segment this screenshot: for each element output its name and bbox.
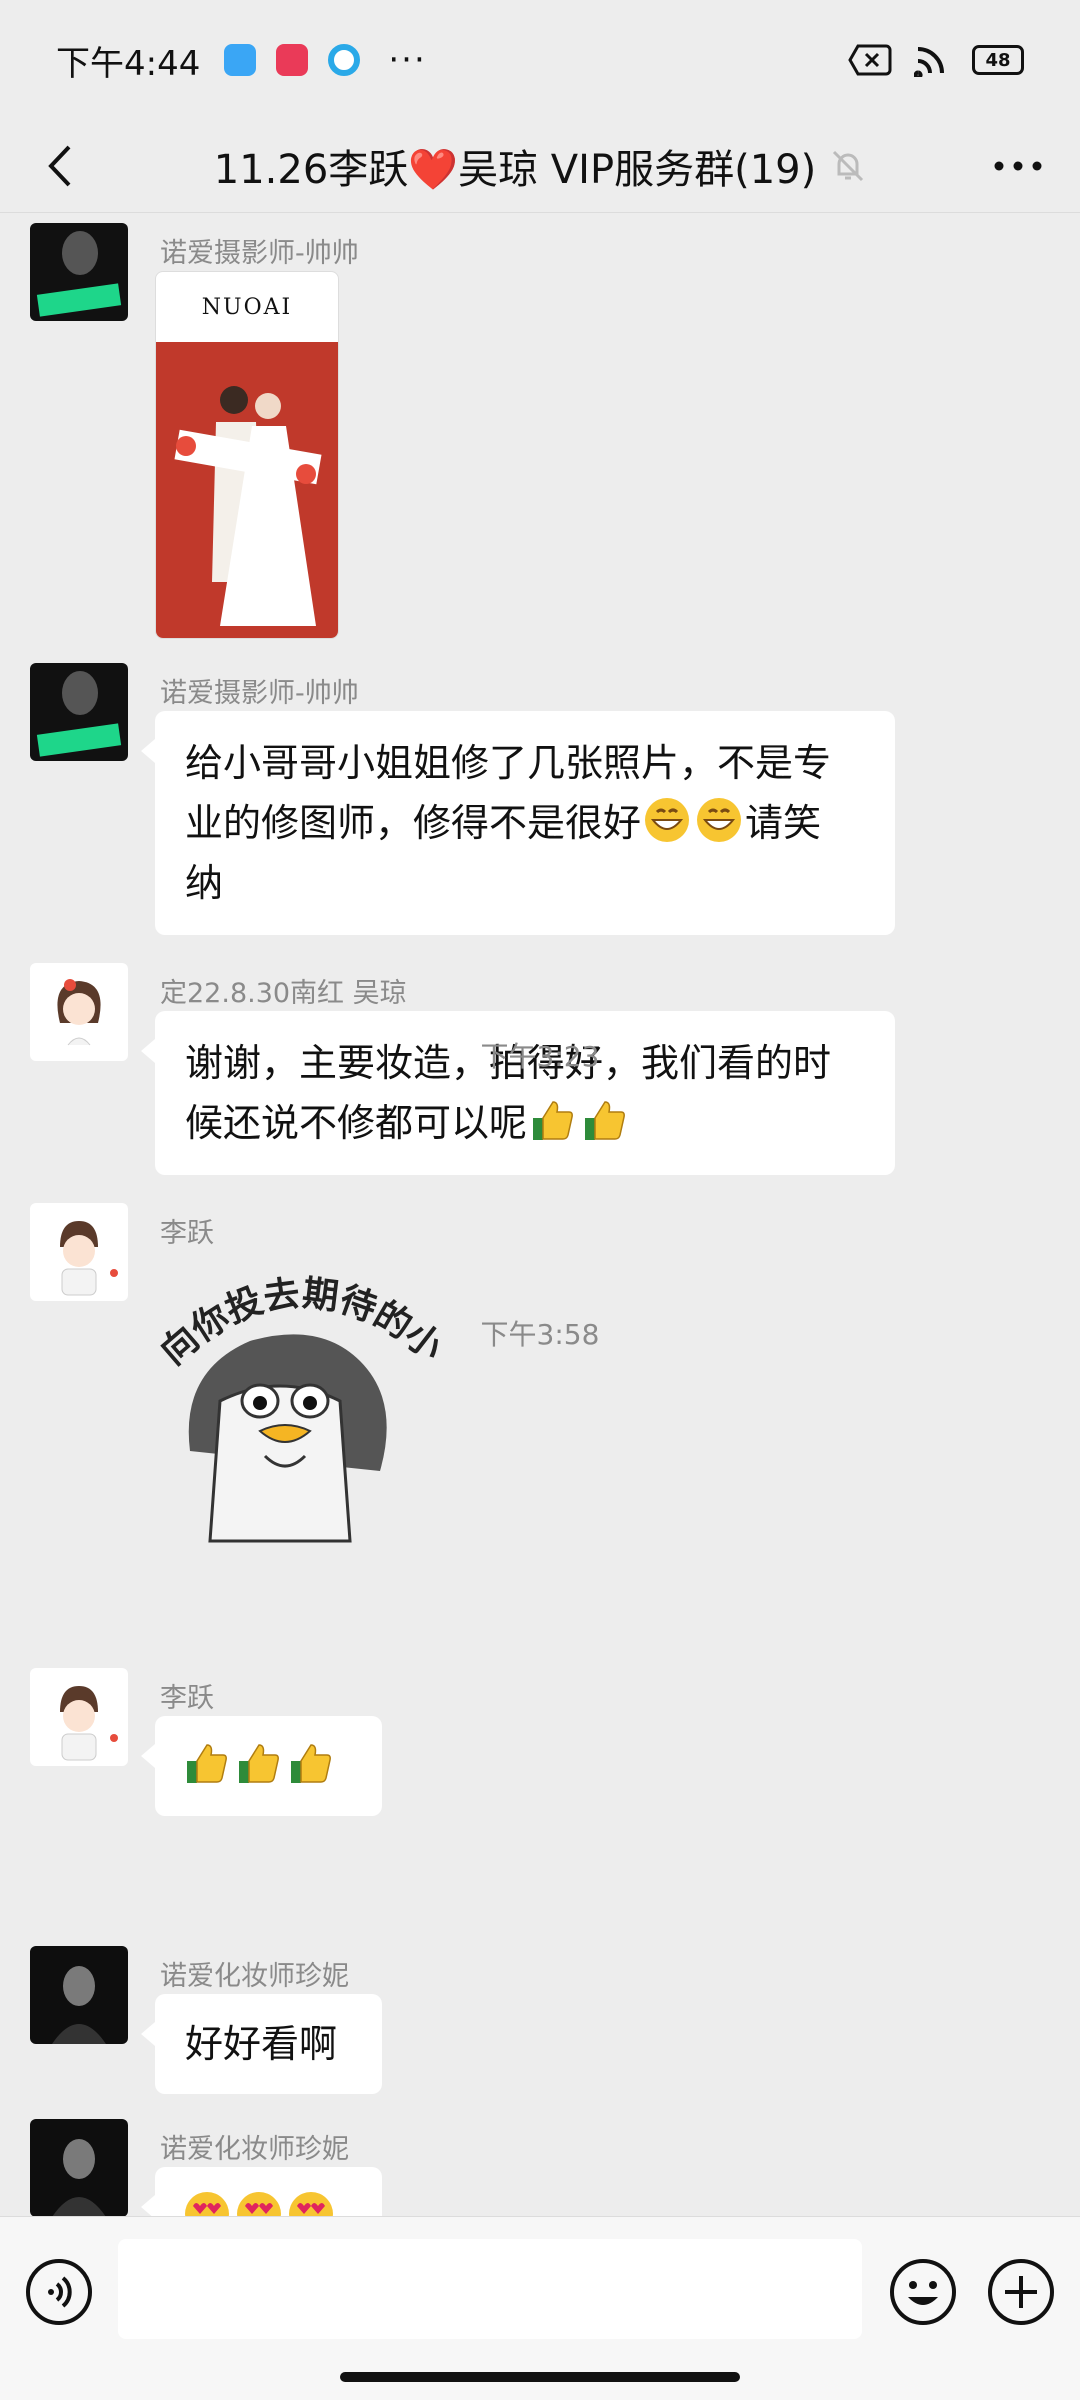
message-text: 业的修图师，修得不是很好 bbox=[185, 801, 642, 845]
chat-title: 11.26李跃❤️吴琼 VIP服务群(19) bbox=[213, 147, 817, 193]
sticker-image: 向你投去期待的小目光 bbox=[132, 1219, 450, 1543]
message-line: 给小哥哥小姐姐修了几张照片，不是专 bbox=[185, 741, 832, 785]
message-line: 纳 bbox=[185, 861, 224, 905]
sender-name: 定22.8.30南红 吴琼 bbox=[160, 978, 407, 1009]
thumbs-up-emoji-icon bbox=[291, 1744, 331, 1783]
more-notifications-icon: ··· bbox=[388, 40, 427, 80]
avatar-image bbox=[30, 1668, 128, 1766]
voice-icon bbox=[26, 2259, 92, 2325]
photo-caption: NUOAI bbox=[201, 294, 293, 320]
emoji-button[interactable] bbox=[888, 2257, 958, 2327]
status-time: 下午4:44 bbox=[56, 43, 201, 84]
back-button[interactable] bbox=[28, 134, 92, 198]
chat-header: 11.26李跃❤️吴琼 VIP服务群(19) bbox=[0, 120, 1080, 212]
thumbs-up-emoji-icon bbox=[533, 1101, 573, 1140]
status-bar: 下午4:44 ··· 48 bbox=[0, 0, 1080, 120]
more-actions-button[interactable] bbox=[986, 2257, 1056, 2327]
avatar-image bbox=[30, 223, 128, 321]
sender-name: 李跃 bbox=[160, 1218, 214, 1249]
message-text: 好好看啊 bbox=[185, 2022, 338, 2066]
app-notification-icon bbox=[224, 44, 257, 76]
grin-emoji-icon bbox=[645, 798, 690, 842]
sender-name: 诺爱摄影师-帅帅 bbox=[160, 238, 359, 269]
sender-name: 诺爱摄影师-帅帅 bbox=[160, 678, 359, 709]
voice-input-button[interactable] bbox=[24, 2257, 94, 2327]
timestamp: 下午3:58 bbox=[480, 1318, 600, 1351]
avatar-image bbox=[30, 2119, 128, 2217]
avatar[interactable] bbox=[30, 2119, 128, 2217]
text-bubble[interactable]: 好好看啊 bbox=[141, 1994, 382, 2094]
chat-message-list[interactable]: 诺爱摄影师-帅帅 NUOAI 诺爱摄影师-帅帅 给小哥哥小姐姐修了几张照片，不是… bbox=[0, 213, 1080, 2213]
avatar[interactable] bbox=[30, 1946, 128, 2044]
emoji-bubble[interactable] bbox=[141, 1716, 382, 1816]
avatar-image bbox=[30, 663, 128, 761]
battery-icon: 48 bbox=[972, 45, 1024, 75]
grin-emoji-icon bbox=[697, 798, 742, 842]
sender-name: 诺爱化妆师珍妮 bbox=[160, 1961, 349, 1992]
avatar-image bbox=[30, 1946, 128, 2044]
more-button[interactable] bbox=[982, 134, 1054, 198]
timestamp: 下午3:23 bbox=[480, 1040, 600, 1073]
app-notification-icon bbox=[276, 44, 309, 76]
no-sim-icon bbox=[848, 44, 892, 76]
chevron-left-icon bbox=[48, 145, 71, 187]
message-text: 候还说不修都可以呢 bbox=[185, 1101, 528, 1145]
avatar-image bbox=[30, 1203, 128, 1301]
plus-icon bbox=[988, 2259, 1054, 2325]
message-input[interactable] bbox=[118, 2239, 862, 2339]
message-text: 请笑 bbox=[745, 801, 822, 845]
text-bubble[interactable]: 给小哥哥小姐姐修了几张照片，不是专 业的修图师，修得不是很好 请笑 纳 bbox=[141, 711, 895, 935]
avatar[interactable] bbox=[30, 223, 128, 321]
image-message[interactable]: NUOAI bbox=[155, 271, 339, 639]
sender-name: 李跃 bbox=[160, 1683, 214, 1714]
sender-name: 诺爱化妆师珍妮 bbox=[160, 2134, 349, 2165]
wifi-icon bbox=[914, 47, 944, 77]
smiley-icon bbox=[890, 2259, 956, 2325]
avatar[interactable] bbox=[30, 1203, 128, 1301]
app-notification-icon bbox=[328, 44, 361, 76]
bell-off-icon bbox=[833, 150, 864, 182]
message-line: 候还说不修都可以呢 bbox=[185, 1093, 865, 1153]
wedding-photo bbox=[156, 342, 338, 638]
home-indicator[interactable] bbox=[340, 2372, 740, 2382]
thumbs-up-emoji-icon bbox=[239, 1744, 279, 1783]
thumbs-up-emoji-icon bbox=[585, 1101, 625, 1140]
message-line: 业的修图师，修得不是很好 请笑 bbox=[185, 793, 865, 853]
thumbs-up-emoji-icon bbox=[187, 1744, 227, 1783]
avatar[interactable] bbox=[30, 663, 128, 761]
avatar[interactable] bbox=[30, 1668, 128, 1766]
more-horizontal-icon bbox=[994, 161, 1042, 171]
sticker-message[interactable]: 向你投去期待的小目光 bbox=[132, 1219, 460, 1551]
